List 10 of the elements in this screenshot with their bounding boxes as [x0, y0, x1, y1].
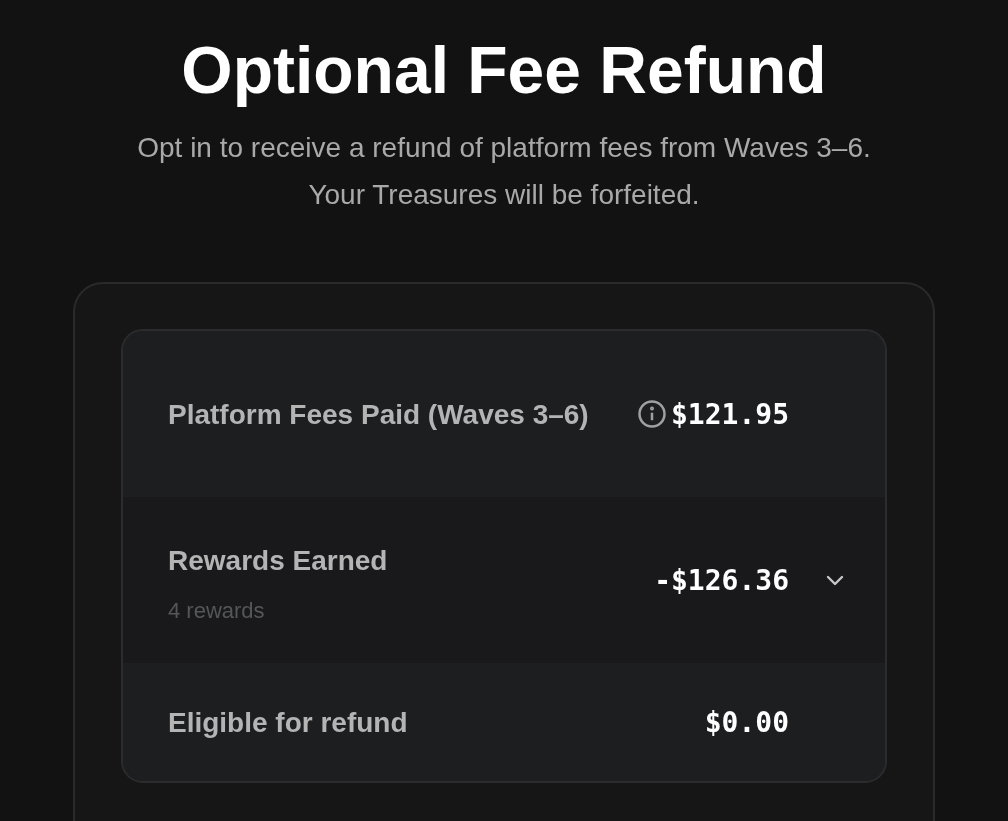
row-sublabel: 4 rewards [168, 597, 266, 624]
row-value: $0.00 [704, 705, 789, 739]
row-value: $121.95 [671, 397, 789, 431]
info-icon[interactable] [637, 399, 667, 429]
subtitle: Opt in to receive a refund of platform fees from Waves 3–6. Your Treasures will be forfeited. [137, 131, 871, 212]
row-label: Eligible for refund [168, 705, 409, 740]
row-label: Rewards Earned [168, 543, 389, 578]
row-value: -$126.36 [654, 563, 789, 597]
row-label: Platform Fees Paid (Waves 3–6) [168, 397, 590, 432]
page-title: Optional Fee Refund [181, 32, 827, 109]
